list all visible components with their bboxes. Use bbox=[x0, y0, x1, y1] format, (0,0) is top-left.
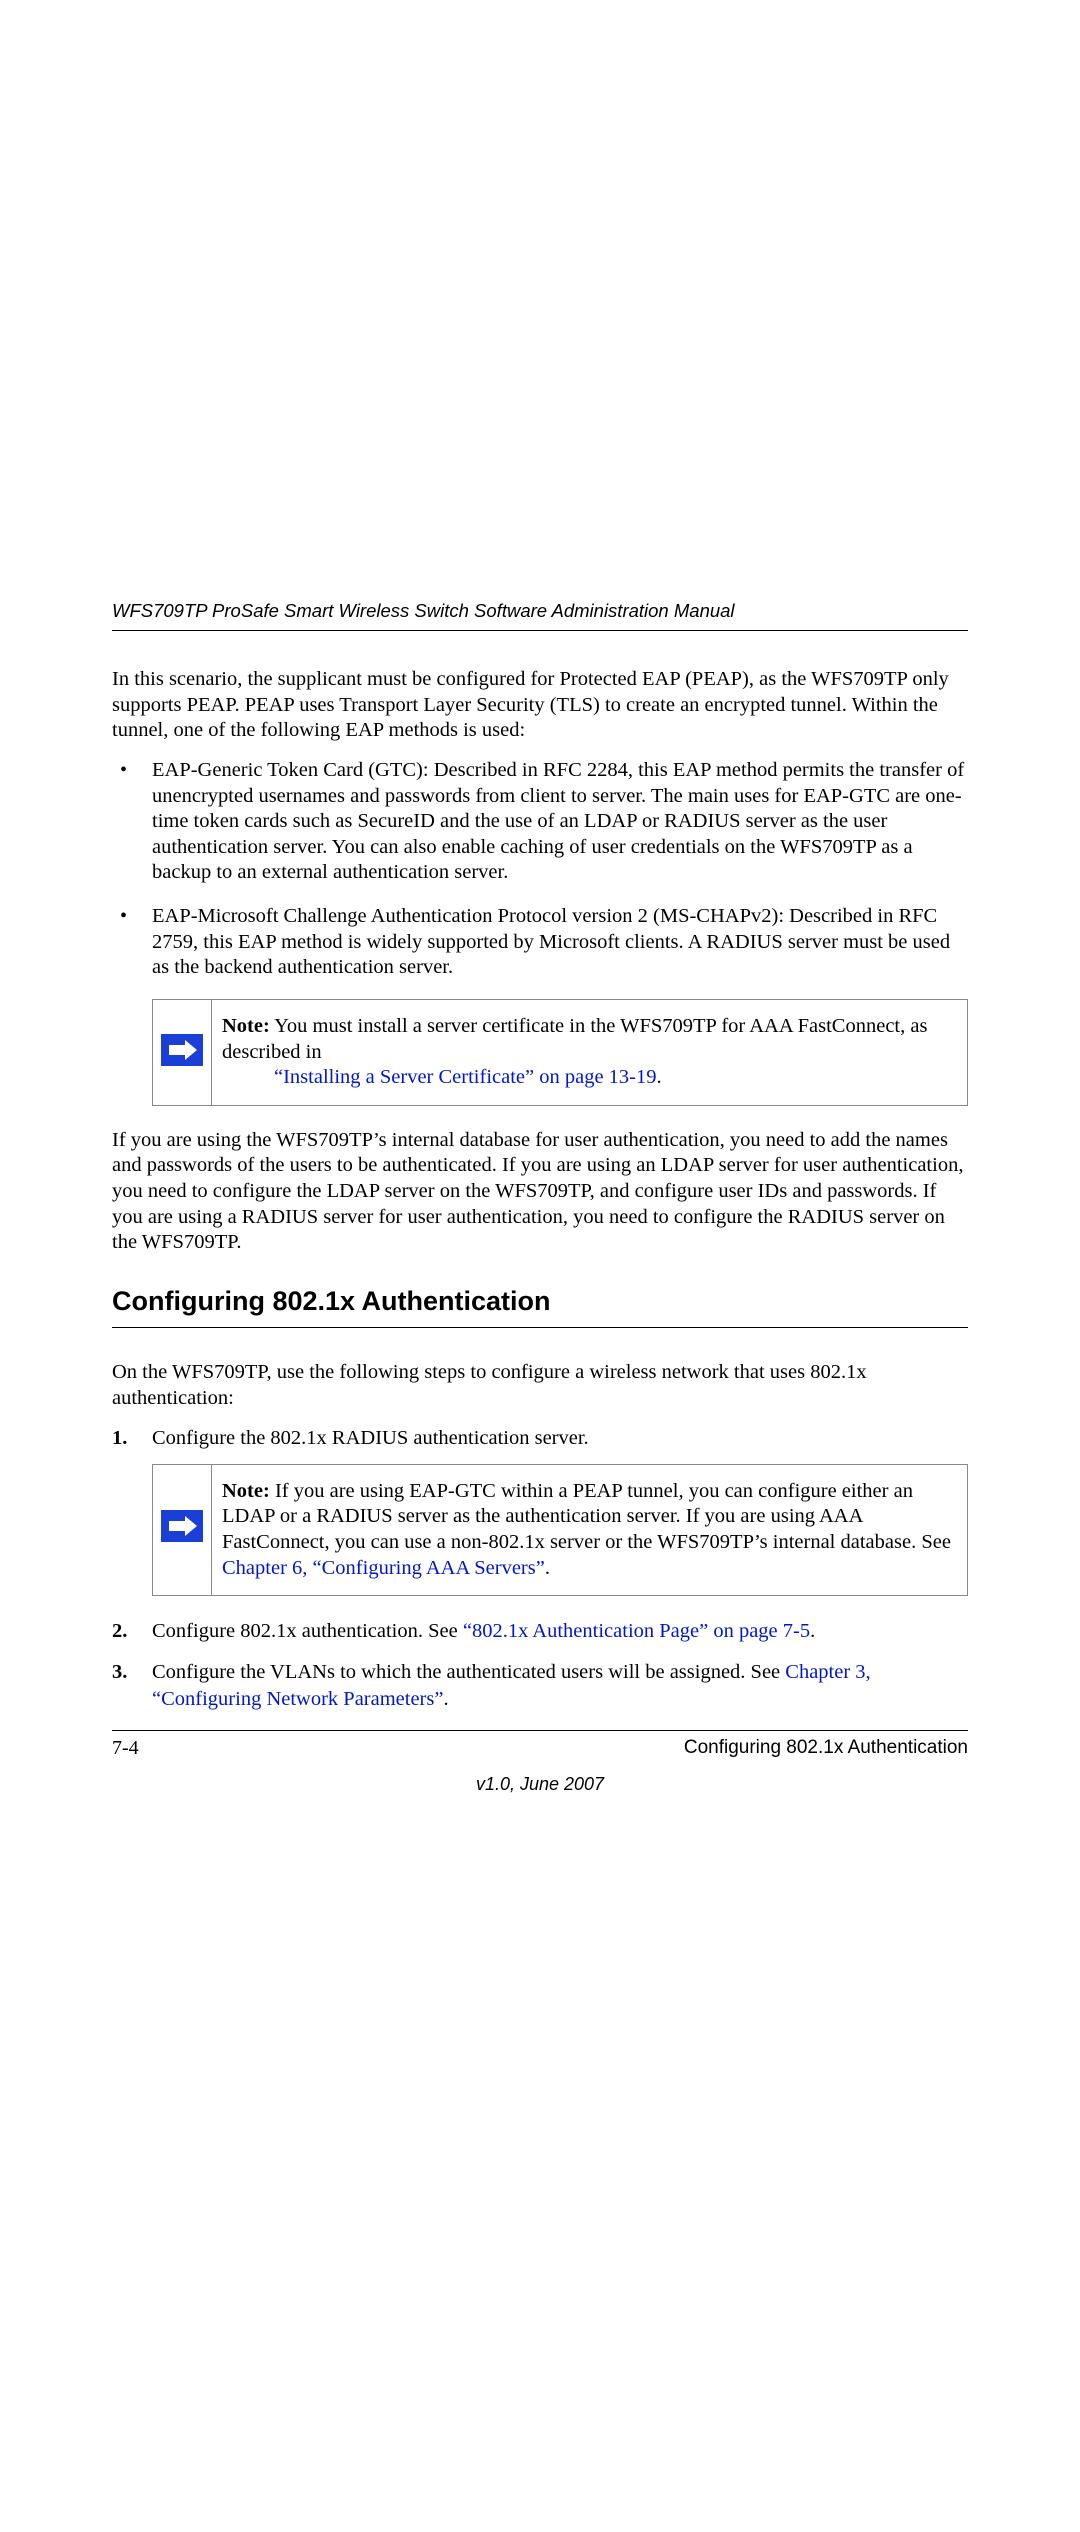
list-item: EAP-Microsoft Challenge Authentication P… bbox=[112, 904, 968, 981]
page-footer: 7-4 Configuring 802.1x Authentication v1… bbox=[112, 1730, 968, 1795]
step-after: . bbox=[810, 1620, 815, 1642]
note-text-cell: Note: You must install a server certific… bbox=[212, 999, 968, 1105]
post-note-paragraph: If you are using the WFS709TP’s internal… bbox=[112, 1128, 968, 1256]
step-text: Configure the 802.1x RADIUS authenticati… bbox=[152, 1427, 589, 1449]
note-text-cell: Note: If you are using EAP-GTC within a … bbox=[212, 1464, 968, 1596]
step-item: Configure the VLANs to which the authent… bbox=[112, 1659, 968, 1712]
note-icon-cell bbox=[153, 1464, 212, 1596]
section-heading: Configuring 802.1x Authentication bbox=[112, 1286, 968, 1328]
arrow-icon bbox=[161, 1034, 203, 1066]
arrow-icon bbox=[161, 1510, 203, 1542]
page-content: WFS709TP ProSafe Smart Wireless Switch S… bbox=[112, 600, 968, 1795]
note-body-before: If you are using EAP-GTC within a PEAP t… bbox=[222, 1480, 951, 1553]
page-number: 7-4 bbox=[112, 1737, 139, 1760]
intro-paragraph: In this scenario, the supplicant must be… bbox=[112, 667, 968, 744]
footer-version: v1.0, June 2007 bbox=[112, 1774, 968, 1795]
note-label: Note: bbox=[222, 1015, 270, 1037]
eap-methods-list: EAP-Generic Token Card (GTC): Described … bbox=[112, 758, 968, 981]
steps-list: Configure the 802.1x RADIUS authenticati… bbox=[112, 1425, 968, 1712]
note-label: Note: bbox=[222, 1480, 270, 1502]
step-link[interactable]: “802.1x Authentication Page” on page 7-5 bbox=[463, 1620, 810, 1642]
running-header: WFS709TP ProSafe Smart Wireless Switch S… bbox=[112, 600, 968, 631]
footer-section-title: Configuring 802.1x Authentication bbox=[684, 1737, 968, 1760]
note-icon-cell bbox=[153, 999, 212, 1105]
note-link[interactable]: “Installing a Server Certificate” on pag… bbox=[274, 1066, 657, 1088]
note-body-after: . bbox=[657, 1066, 662, 1088]
note-box: Note: You must install a server certific… bbox=[152, 999, 968, 1106]
step-before: Configure the VLANs to which the authent… bbox=[152, 1661, 785, 1683]
note-link[interactable]: Chapter 6, “Configuring AAA Servers” bbox=[222, 1557, 545, 1579]
step-item: Configure the 802.1x RADIUS authenticati… bbox=[112, 1425, 968, 1596]
note-box: Note: If you are using EAP-GTC within a … bbox=[152, 1464, 968, 1597]
section-intro: On the WFS709TP, use the following steps… bbox=[112, 1360, 968, 1411]
note-body-after: . bbox=[545, 1557, 550, 1579]
step-item: Configure 802.1x authentication. See “80… bbox=[112, 1618, 968, 1645]
list-item: EAP-Generic Token Card (GTC): Described … bbox=[112, 758, 968, 886]
step-before: Configure 802.1x authentication. See bbox=[152, 1620, 463, 1642]
note-body-before: You must install a server certificate in… bbox=[222, 1015, 927, 1063]
step-after: . bbox=[443, 1688, 448, 1710]
